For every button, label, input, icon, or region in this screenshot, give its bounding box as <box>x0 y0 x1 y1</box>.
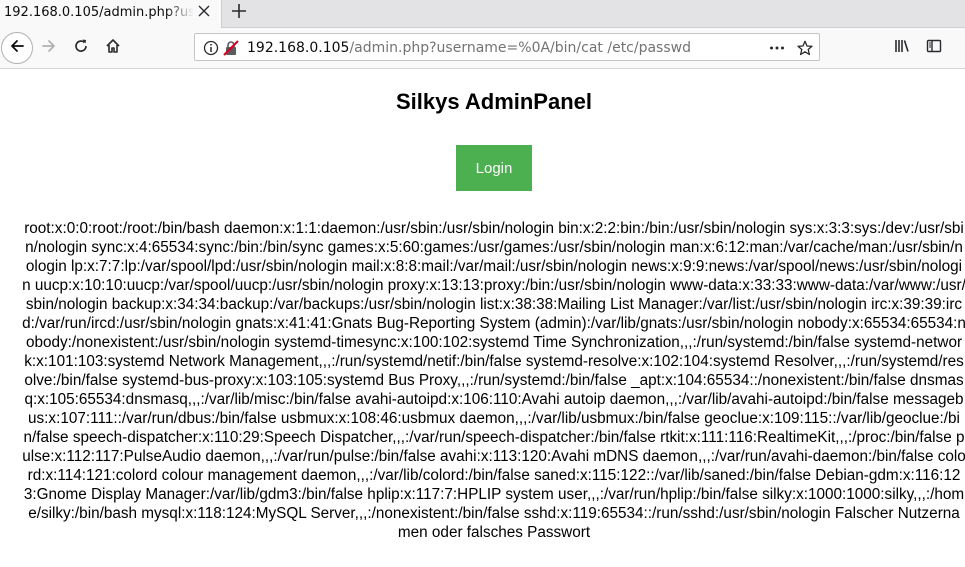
home-icon <box>105 38 121 58</box>
home-button[interactable] <box>98 33 128 63</box>
info-icon[interactable] <box>203 40 219 56</box>
arrow-left-icon <box>9 38 25 58</box>
url-host: 192.168.0.105 <box>247 40 350 56</box>
forward-button[interactable] <box>34 33 64 63</box>
reload-button[interactable] <box>66 33 96 63</box>
url-bar[interactable]: 192.168.0.105/admin.php?username=%0A/bin… <box>194 33 820 61</box>
star-icon[interactable] <box>797 40 813 56</box>
arrow-right-icon <box>41 38 57 58</box>
login-button[interactable]: Login <box>456 145 532 191</box>
close-icon[interactable] <box>196 5 212 21</box>
more-icon[interactable] <box>769 40 785 56</box>
back-button[interactable] <box>1 32 33 64</box>
reload-icon <box>73 38 89 58</box>
tab-strip: 192.168.0.105/admin.php?username=%0A/bin… <box>0 0 965 28</box>
url-text[interactable]: 192.168.0.105/admin.php?username=%0A/bin… <box>247 40 691 56</box>
insecure-lock-icon[interactable] <box>223 40 239 56</box>
library-icon <box>894 38 910 58</box>
nav-toolbar: 192.168.0.105/admin.php?username=%0A/bin… <box>0 28 965 69</box>
sidebar-button[interactable] <box>919 33 949 63</box>
url-path: /admin.php?username=%0A/bin/cat /etc/pas… <box>349 40 691 56</box>
browser-tab[interactable]: 192.168.0.105/admin.php?username=%0A/bin… <box>0 0 222 28</box>
plus-icon[interactable] <box>228 2 250 24</box>
page-title: Silkys AdminPanel <box>395 89 593 114</box>
command-output: root:x:0:0:root:/root:/bin/bash daemon:x… <box>22 220 965 541</box>
library-button[interactable] <box>887 33 917 63</box>
sidebar-icon <box>926 38 942 58</box>
tab-title: 192.168.0.105/admin.php?username=%0A/bin… <box>4 5 194 20</box>
